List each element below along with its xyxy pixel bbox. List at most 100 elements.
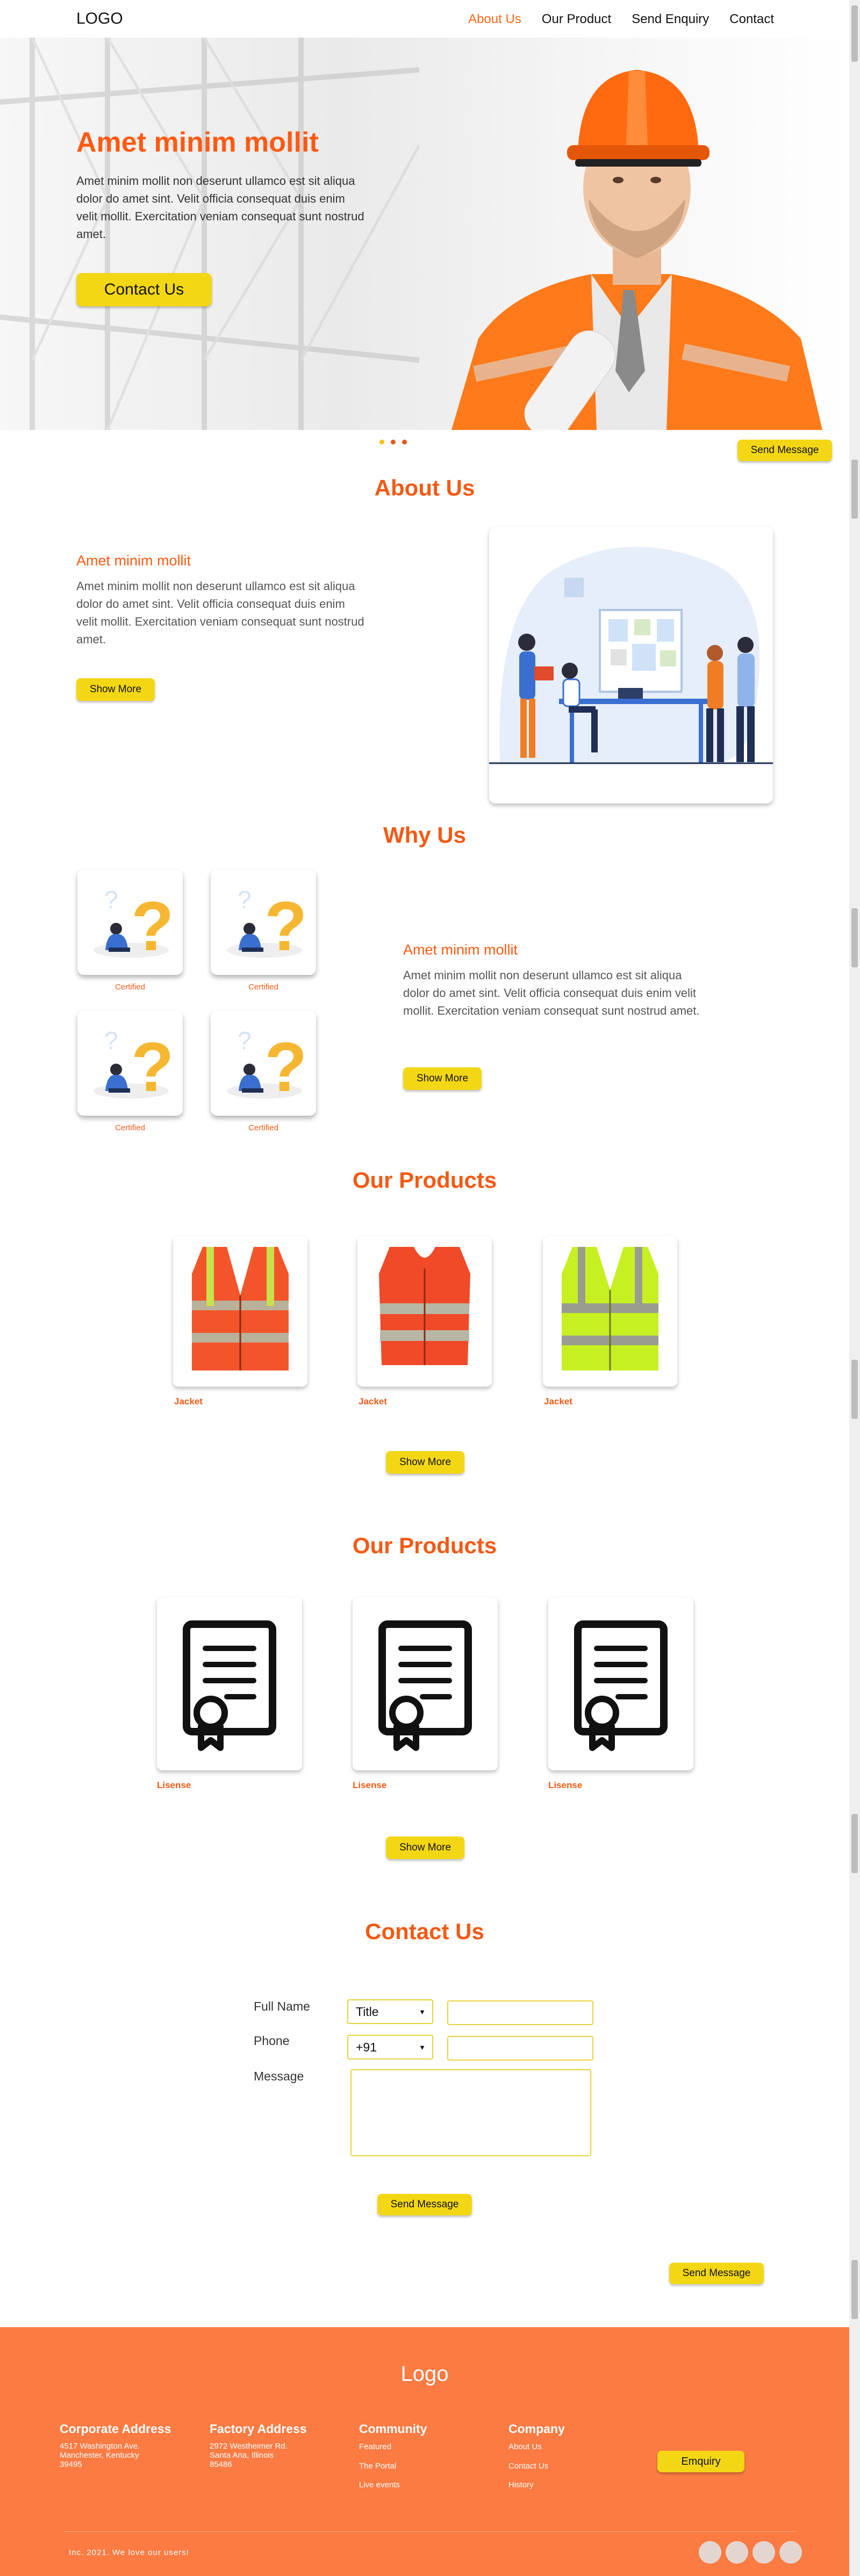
svg-text:?: ? xyxy=(104,1027,118,1054)
carousel-dot[interactable] xyxy=(379,440,384,444)
certificate-icon xyxy=(183,1620,276,1751)
team-office-illustration xyxy=(489,547,773,764)
license-card[interactable] xyxy=(548,1597,693,1770)
svg-text:?: ? xyxy=(264,887,307,965)
carousel-dots[interactable] xyxy=(379,440,407,444)
phone-code-select[interactable]: +91 ▼ xyxy=(347,2035,433,2060)
scrollbar-thumb[interactable] xyxy=(851,5,858,62)
social-icon[interactable] xyxy=(779,2541,802,2564)
svg-text:?: ? xyxy=(131,1028,174,1106)
title-select[interactable]: Title ▼ xyxy=(347,1999,433,2024)
carousel-dot[interactable] xyxy=(391,440,396,444)
license-card[interactable] xyxy=(353,1597,498,1770)
about-illustration-card xyxy=(489,527,773,803)
product-label: Jacket xyxy=(359,1396,387,1407)
why-card-label: Certified xyxy=(248,1123,278,1132)
scrollbar-thumb[interactable] xyxy=(851,1814,858,1873)
license-card[interactable] xyxy=(157,1597,302,1770)
main-nav: About Us Our Product Send Enquiry Contac… xyxy=(468,12,774,27)
chevron-down-icon: ▼ xyxy=(419,2008,426,2016)
company-link[interactable]: History xyxy=(508,2480,534,2489)
about-subtitle: Amet minim mollit xyxy=(76,552,191,569)
why-card-label: Certified xyxy=(115,1123,145,1132)
product-label: Jacket xyxy=(544,1396,572,1407)
question-illustration-icon: ? ? xyxy=(227,886,307,965)
svg-text:?: ? xyxy=(104,886,118,914)
community-link[interactable]: Live events xyxy=(359,2480,400,2489)
product-card[interactable] xyxy=(543,1236,677,1387)
social-icon[interactable] xyxy=(752,2541,775,2564)
hero-banner: Amet minim mollit Amet minim mollit non … xyxy=(0,38,849,430)
top-navbar: LOGO About Us Our Product Send Enquiry C… xyxy=(0,0,849,38)
contact-us-button[interactable]: Contact Us xyxy=(76,273,212,306)
chevron-down-icon: ▼ xyxy=(419,2043,426,2051)
company-link[interactable]: Contact Us xyxy=(508,2462,548,2471)
social-icon[interactable] xyxy=(699,2541,721,2564)
about-section-title: About Us xyxy=(374,475,475,500)
message-label: Message xyxy=(254,2069,304,2083)
scrollbar-thumb[interactable] xyxy=(851,1360,858,1419)
svg-text:?: ? xyxy=(131,887,174,965)
logo[interactable]: LOGO xyxy=(76,10,123,28)
licenses-show-more-button[interactable]: Show More xyxy=(386,1836,464,1859)
scrollbar-thumb[interactable] xyxy=(851,2260,858,2319)
full-name-input[interactable] xyxy=(447,2000,593,2025)
message-textarea[interactable] xyxy=(350,2069,591,2156)
nav-our-product[interactable]: Our Product xyxy=(542,12,611,27)
phone-input[interactable] xyxy=(447,2036,593,2061)
footer: Logo Corporate Address 4517 Washington A… xyxy=(0,2327,849,2576)
why-card-label: Certified xyxy=(115,982,145,992)
carousel-dot[interactable] xyxy=(402,440,407,444)
about-show-more-button[interactable]: Show More xyxy=(76,678,155,701)
nav-about-us[interactable]: About Us xyxy=(468,12,521,27)
scrollbar-thumb[interactable] xyxy=(851,908,858,967)
enquiry-button[interactable]: Emquiry xyxy=(657,2451,744,2472)
page: LOGO About Us Our Product Send Enquiry C… xyxy=(0,0,860,2576)
certificate-icon xyxy=(574,1620,668,1751)
product-card[interactable] xyxy=(173,1236,307,1387)
company-title: Company xyxy=(508,2422,565,2436)
why-card[interactable]: ? ? xyxy=(77,1010,183,1116)
contact-section-title: Contact Us xyxy=(365,1919,484,1944)
contact-send-message-button[interactable]: Send Message xyxy=(377,2194,472,2215)
why-subtitle: Amet minim mollit xyxy=(403,942,518,958)
question-illustration-icon: ? ? xyxy=(94,886,174,965)
nav-send-enquiry[interactable]: Send Enquiry xyxy=(632,12,709,27)
product-label: Jacket xyxy=(174,1396,203,1407)
title-select-value: Title xyxy=(356,2005,379,2019)
phone-code-value: +91 xyxy=(356,2040,377,2054)
corporate-address-title: Corporate Address xyxy=(60,2422,171,2436)
about-description: Amet minim mollit non deserunt ullamco e… xyxy=(76,579,364,646)
why-card[interactable]: ? ? xyxy=(211,1010,316,1116)
svg-text:?: ? xyxy=(238,1027,252,1054)
question-illustration-icon: ? ? xyxy=(94,1027,174,1106)
full-name-label: Full Name xyxy=(254,1999,310,2013)
social-icon[interactable] xyxy=(726,2541,748,2564)
page-scrollbar[interactable] xyxy=(849,0,860,2576)
why-card[interactable]: ? ? xyxy=(211,870,316,975)
license-label: Lisense xyxy=(353,1780,387,1790)
svg-text:?: ? xyxy=(264,1028,307,1106)
product-card[interactable] xyxy=(357,1236,492,1387)
question-illustration-icon: ? ? xyxy=(227,1027,307,1106)
company-link[interactable]: About Us xyxy=(508,2442,542,2451)
hero-title: Amet minim mollit xyxy=(76,127,319,158)
footer-logo[interactable]: Logo xyxy=(0,2362,849,2386)
nav-contact[interactable]: Contact xyxy=(729,12,774,27)
why-card-label: Certified xyxy=(248,982,278,992)
why-us-section-title: Why Us xyxy=(383,822,466,848)
why-card[interactable]: ? ? xyxy=(77,870,183,975)
licenses-section-title: Our Products xyxy=(352,1533,497,1558)
why-show-more-button[interactable]: Show More xyxy=(403,1067,482,1090)
send-message-corner-button[interactable]: Send Message xyxy=(669,2263,764,2284)
send-message-floating-button[interactable]: Send Message xyxy=(737,440,832,461)
community-link[interactable]: The Portal xyxy=(359,2462,396,2471)
footer-divider xyxy=(64,2531,796,2532)
corporate-address-line: 39495 xyxy=(60,2460,82,2469)
community-link[interactable]: Featured xyxy=(359,2442,391,2451)
factory-address-line: 85486 xyxy=(210,2460,232,2469)
products-section-title: Our Products xyxy=(352,1167,497,1193)
license-label: Lisense xyxy=(548,1780,583,1790)
scrollbar-thumb[interactable] xyxy=(851,460,858,519)
products-show-more-button[interactable]: Show More xyxy=(386,1451,464,1474)
